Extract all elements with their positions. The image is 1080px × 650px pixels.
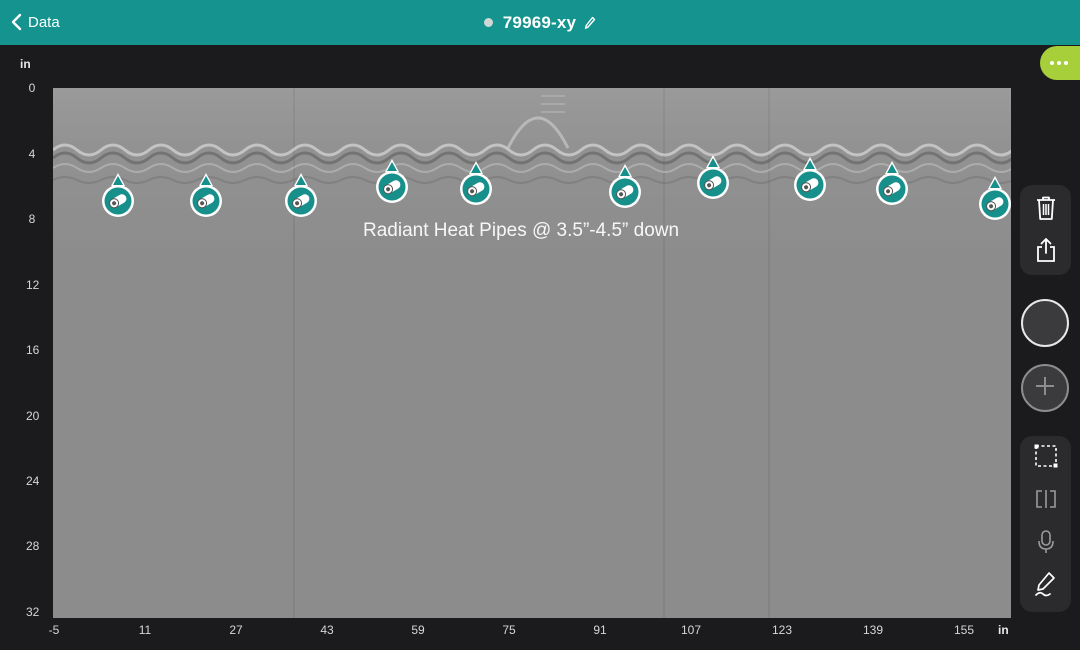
y-tick: 4 — [28, 147, 36, 161]
pen-icon — [1034, 571, 1058, 602]
y-tick: 28 — [26, 539, 40, 553]
share-icon — [1035, 237, 1057, 268]
back-label: Data — [28, 13, 60, 31]
x-tick: 91 — [593, 623, 607, 637]
y-tick: 12 — [26, 278, 40, 292]
status-dot — [483, 18, 493, 27]
y-tick: 16 — [26, 343, 40, 357]
pipe-marker[interactable] — [695, 154, 731, 200]
pipe-marker[interactable] — [792, 156, 828, 202]
pipe-icon — [102, 173, 134, 217]
x-tick: 43 — [320, 623, 334, 637]
pipe-marker[interactable] — [374, 158, 410, 204]
more-options-button[interactable] — [1040, 46, 1080, 80]
pipe-marker[interactable] — [458, 160, 494, 206]
pipe-icon — [460, 161, 492, 205]
x-tick: 155 — [953, 623, 975, 637]
back-button[interactable]: Data — [10, 10, 60, 34]
x-tick: -5 — [48, 623, 60, 637]
scan-view[interactable]: Radiant Heat Pipes @ 3.5”-4.5” down — [53, 88, 1011, 618]
chevron-left-icon — [10, 13, 22, 31]
page-title: 79969-xy — [502, 12, 577, 32]
pipe-marker[interactable] — [188, 172, 224, 218]
x-tick: 123 — [771, 623, 793, 637]
trash-icon — [1035, 195, 1057, 226]
split-view-button[interactable] — [1020, 481, 1071, 521]
pipe-icon — [285, 173, 317, 217]
record-button[interactable] — [1021, 299, 1069, 347]
pipe-icon — [794, 157, 826, 201]
pipe-icon — [876, 161, 908, 205]
plus-icon — [1034, 375, 1056, 402]
y-tick: 24 — [26, 474, 40, 488]
pipe-icon — [376, 159, 408, 203]
select-area-button[interactable] — [1020, 438, 1071, 478]
x-tick: 27 — [229, 623, 243, 637]
share-button[interactable] — [1020, 232, 1071, 272]
file-tool-group — [1020, 185, 1071, 275]
split-view-icon — [1034, 489, 1058, 514]
x-tick: 11 — [138, 623, 152, 637]
add-button[interactable] — [1021, 364, 1069, 412]
microphone-icon — [1037, 529, 1055, 560]
x-axis-unit: in — [998, 623, 1009, 637]
more-dots-icon — [1050, 61, 1054, 65]
y-tick: 20 — [26, 409, 40, 423]
pipe-marker[interactable] — [874, 160, 910, 206]
x-tick: 107 — [680, 623, 702, 637]
pipe-marker[interactable] — [100, 172, 136, 218]
edit-tool-group — [1020, 436, 1071, 612]
y-tick: 8 — [28, 212, 36, 226]
x-tick: 75 — [502, 623, 516, 637]
title-group: 79969-xy — [0, 0, 1080, 45]
x-tick: 59 — [411, 623, 425, 637]
pipe-icon — [190, 173, 222, 217]
y-tick: 32 — [26, 605, 40, 619]
annotate-button[interactable] — [1020, 566, 1071, 606]
pipe-icon — [979, 176, 1011, 220]
delete-button[interactable] — [1020, 190, 1071, 230]
pipe-marker[interactable] — [283, 172, 319, 218]
microphone-button[interactable] — [1020, 524, 1071, 564]
y-tick: 0 — [28, 81, 36, 95]
pencil-icon[interactable] — [584, 16, 596, 30]
y-axis-unit: in — [20, 57, 31, 71]
scan-annotation[interactable]: Radiant Heat Pipes @ 3.5”-4.5” down — [363, 220, 679, 242]
x-tick: 139 — [862, 623, 884, 637]
selection-box-icon — [1034, 444, 1058, 473]
pipe-marker[interactable] — [977, 175, 1011, 221]
top-bar: Data 79969-xy — [0, 0, 1080, 45]
pipe-marker[interactable] — [607, 163, 643, 209]
pipe-icon — [697, 155, 729, 199]
pipe-icon — [609, 164, 641, 208]
